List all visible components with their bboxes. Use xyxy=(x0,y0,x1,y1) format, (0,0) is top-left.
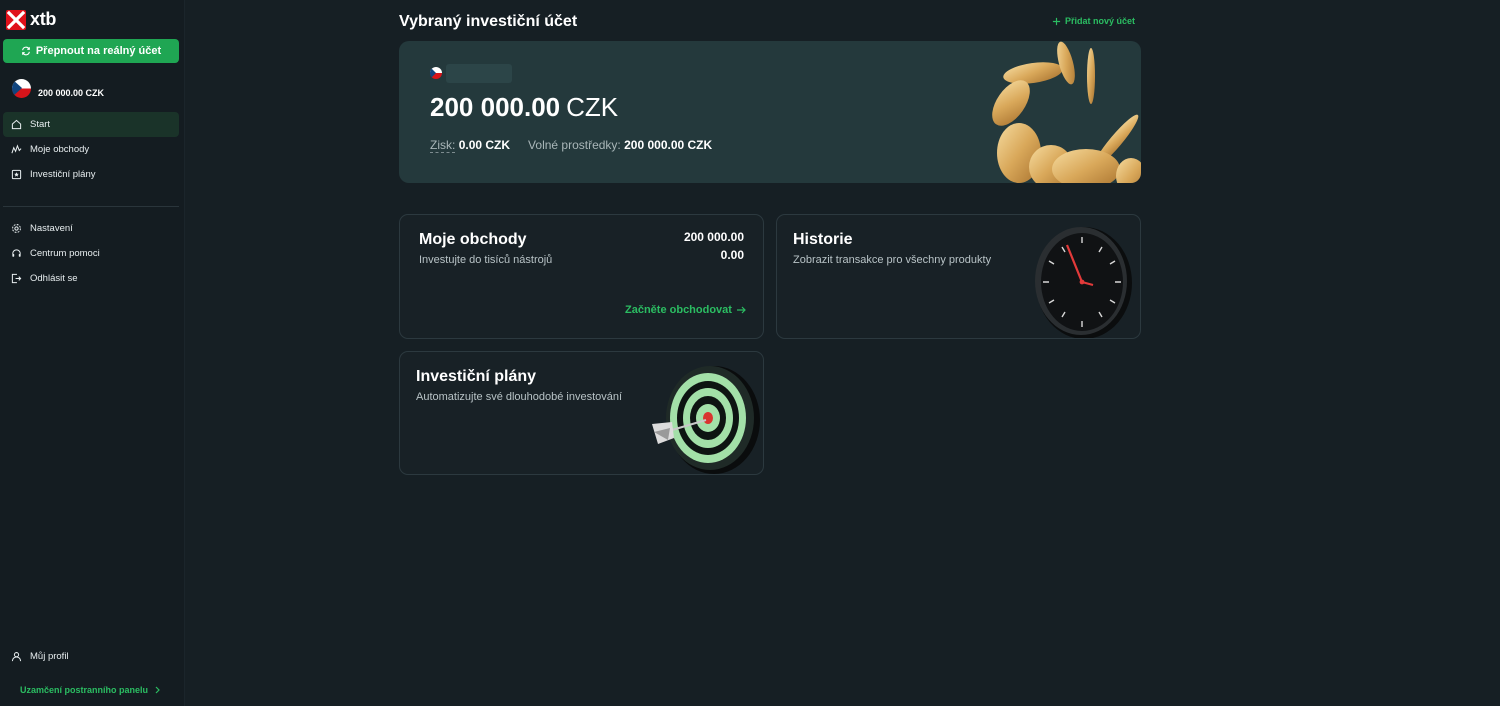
page-title: Vybraný investiční účet xyxy=(399,13,578,30)
logout-icon xyxy=(11,273,22,284)
nav-item-label: Můj profil xyxy=(30,651,69,662)
czech-flag-icon xyxy=(430,67,442,79)
account-stats: Zisk: 0.00 CZK Volné prostředky: 200 000… xyxy=(430,138,713,153)
nav-item-label: Start xyxy=(30,119,51,130)
nav-item-label: Moje obchody xyxy=(30,144,90,155)
sidebar-divider xyxy=(3,206,179,207)
tile-title: Historie xyxy=(793,231,853,248)
home-icon xyxy=(11,119,22,130)
tile-subtitle: Investujte do tisíců nástrojů xyxy=(419,254,553,266)
nav-item-label: Centrum pomoci xyxy=(30,248,100,259)
switch-to-real-account-button[interactable]: Přepnout na reálný účet xyxy=(3,39,179,63)
account-summary[interactable]: 200 000.00 CZK xyxy=(12,79,104,98)
user-icon xyxy=(11,652,22,662)
lock-sidebar-link[interactable]: Uzamčení postranního panelu xyxy=(20,685,161,695)
start-trading-link[interactable]: Začněte obchodovat xyxy=(625,304,746,316)
free-funds-label: Volné prostředky: xyxy=(528,138,621,152)
main-nav: Start Moje obchody Investiční plány xyxy=(3,112,179,187)
nav-item-investment-plans[interactable]: Investiční plány xyxy=(3,162,179,187)
logo-text: xtb xyxy=(30,9,57,29)
my-trades-tile[interactable]: Moje obchody Investujte do tisíců nástro… xyxy=(399,214,764,339)
investment-plans-tile[interactable]: Investiční plány Automatizujte své dlouh… xyxy=(399,351,764,475)
tile-subtitle: Zobrazit transakce pro všechny produkty xyxy=(793,254,992,266)
profit-value: 0.00 CZK xyxy=(458,138,511,152)
chevron-right-icon xyxy=(155,686,160,694)
plus-icon xyxy=(1052,17,1061,25)
profit-label[interactable]: Zisk: xyxy=(430,138,456,153)
nav-item-help-center[interactable]: Centrum pomoci xyxy=(3,241,179,266)
account-balance: 200 000.00 CZK xyxy=(38,87,105,98)
lock-sidebar-label: Uzamčení postranního panelu xyxy=(20,685,149,695)
secondary-nav: Nastavení Centrum pomoci Odhlásit se xyxy=(3,216,179,291)
headset-icon xyxy=(12,249,21,257)
balance-currency: CZK xyxy=(566,92,619,122)
tile-title: Investiční plány xyxy=(416,368,537,385)
nav-item-logout[interactable]: Odhlásit se xyxy=(3,266,179,291)
switch-button-label: Přepnout na reálný účet xyxy=(35,45,162,57)
free-funds-value: 200 000.00 CZK xyxy=(624,138,713,152)
history-tile[interactable]: Historie Zobrazit transakce pro všechny … xyxy=(776,214,1141,339)
trades-icon xyxy=(11,144,22,154)
start-trading-label: Začněte obchodovat xyxy=(625,304,732,316)
nav-item-my-trades[interactable]: Moje obchody xyxy=(3,137,179,162)
account-name-placeholder xyxy=(446,64,512,83)
czech-flag-icon xyxy=(12,79,31,98)
nav-item-label: Odhlásit se xyxy=(30,273,78,284)
tile-subtitle: Automatizujte své dlouhodobé investování xyxy=(416,391,623,403)
account-balance-display: 200 000.00 CZK xyxy=(430,92,618,123)
trades-value-primary: 200 000.00 xyxy=(683,230,744,244)
sidebar: xtb Přepnout na reálný účet 200 000.00 C… xyxy=(0,0,185,706)
nav-item-my-profile[interactable]: Můj profil xyxy=(3,644,179,669)
nav-item-label: Investiční plány xyxy=(30,169,96,180)
refresh-icon xyxy=(21,46,30,56)
nav-item-start[interactable]: Start xyxy=(3,112,179,137)
nav-item-settings[interactable]: Nastavení xyxy=(3,216,179,241)
target-illustration-icon xyxy=(652,366,760,474)
clock-illustration-icon xyxy=(1035,227,1132,338)
nav-item-label: Nastavení xyxy=(30,223,73,234)
coins-illustration-icon xyxy=(992,41,1141,183)
balance-amount: 200 000.00 xyxy=(430,92,561,122)
plans-icon xyxy=(11,169,22,180)
profile-nav: Můj profil xyxy=(3,644,179,669)
add-new-account-button[interactable]: Přidat nový účet xyxy=(1052,16,1135,26)
logo[interactable]: xtb xyxy=(6,9,56,30)
xtb-logo-icon xyxy=(6,9,26,30)
selected-account-card[interactable]: 200 000.00 CZK Zisk: 0.00 CZK Volné pros… xyxy=(399,41,1141,183)
arrow-right-icon xyxy=(736,306,746,314)
tile-title: Moje obchody xyxy=(419,231,527,248)
gear-icon xyxy=(12,224,21,233)
add-account-label: Přidat nový účet xyxy=(1065,16,1136,26)
trades-value-secondary: 0.00 xyxy=(720,248,744,262)
